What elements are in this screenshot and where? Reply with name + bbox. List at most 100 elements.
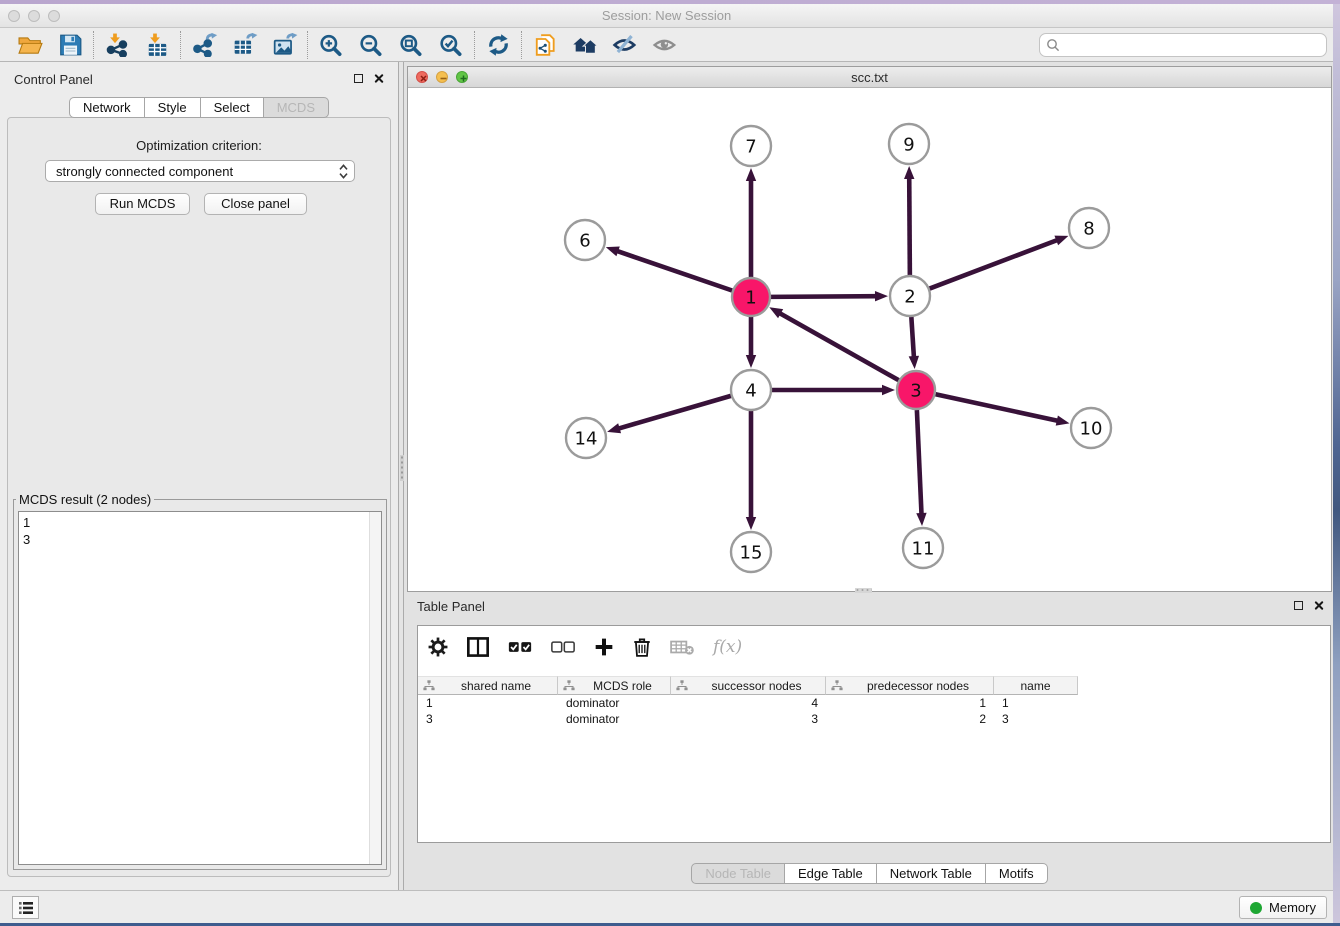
graph-node-7[interactable]: 7 [731, 126, 771, 166]
zoom-in-icon[interactable] [311, 30, 351, 60]
graph-node-label-3: 3 [910, 381, 921, 402]
network-file-icon[interactable] [525, 30, 565, 60]
graph-edge-1-2[interactable] [771, 296, 877, 297]
graph-edge-arrow-1-7 [746, 168, 756, 181]
graph-node-4[interactable]: 4 [731, 370, 771, 410]
horizontal-divider-grip[interactable] [855, 588, 872, 593]
float-panel-icon[interactable] [354, 74, 363, 83]
import-table-icon[interactable] [137, 30, 177, 60]
export-table-icon[interactable] [224, 30, 264, 60]
close-table-panel-icon[interactable] [1313, 600, 1324, 611]
table-row-2[interactable]: 3dominator323 [418, 711, 1329, 727]
graph-node-8[interactable]: 8 [1069, 208, 1109, 248]
graph-edge-3-1[interactable] [779, 313, 899, 380]
column-header-predecessor-nodes[interactable]: predecessor nodes [826, 676, 994, 695]
open-session-icon[interactable] [10, 30, 50, 60]
tab-mcds[interactable]: MCDS [264, 97, 329, 118]
graph-edge-1-6[interactable] [616, 251, 732, 291]
graph-node-1[interactable]: 1 [732, 278, 770, 316]
table-options-gear-icon[interactable] [428, 637, 448, 657]
table-panel-tabs: Node TableEdge TableNetwork TableMotifs [407, 863, 1332, 884]
table-panel: Table Panel [407, 596, 1332, 887]
select-all-icon[interactable] [508, 639, 532, 655]
graph-edge-3-11[interactable] [917, 410, 922, 515]
cell-shared-name: 3 [418, 711, 558, 727]
list-icon [17, 900, 35, 916]
graph-node-3[interactable]: 3 [897, 371, 935, 409]
search-icon [1046, 38, 1060, 52]
graph-node-6[interactable]: 6 [565, 220, 605, 260]
graph-edge-arrow-3-11 [916, 513, 926, 526]
tab-select[interactable]: Select [201, 97, 264, 118]
column-header-name[interactable]: name [994, 676, 1078, 695]
column-header-successor-nodes[interactable]: successor nodes [671, 676, 826, 695]
tab-style[interactable]: Style [145, 97, 201, 118]
criterion-dropdown[interactable]: strongly connected component [45, 160, 355, 182]
graph-edge-arrow-4-14 [607, 423, 621, 433]
table-tab-edge-table[interactable]: Edge Table [785, 863, 877, 884]
hide-selected-eye-icon[interactable] [605, 30, 645, 60]
table-tab-network-table[interactable]: Network Table [877, 863, 986, 884]
float-table-panel-icon[interactable] [1294, 601, 1303, 610]
close-panel-button[interactable]: Close panel [204, 193, 307, 215]
column-header-shared-name[interactable]: shared name [418, 676, 558, 695]
node-table: f(x) shared nameMCDS rolesuccessor nodes… [417, 625, 1331, 843]
graph-node-14[interactable]: 14 [566, 418, 606, 458]
refresh-icon[interactable] [478, 30, 518, 60]
show-columns-icon[interactable] [467, 637, 489, 657]
table-tab-motifs[interactable]: Motifs [986, 863, 1048, 884]
network-canvas[interactable]: 7 9 6 8 1 2 4 3 14 10 15 11 [408, 88, 1331, 591]
graph-edge-2-3[interactable] [911, 317, 914, 358]
search-input[interactable] [1064, 38, 1320, 53]
import-network-icon[interactable] [97, 30, 137, 60]
delete-row-trash-icon[interactable] [633, 637, 651, 657]
optimization-criterion-label: Optimization criterion: [8, 138, 390, 153]
close-panel-icon[interactable] [373, 73, 384, 84]
toolbar-separator [93, 31, 94, 59]
graph-node-15[interactable]: 15 [731, 532, 771, 572]
main-titlebar: Session: New Session [0, 4, 1333, 28]
toolbar-separator [521, 31, 522, 59]
search-box [1039, 33, 1327, 57]
save-session-icon[interactable] [50, 30, 90, 60]
deselect-all-icon[interactable] [551, 639, 575, 655]
run-mcds-button[interactable]: Run MCDS [95, 193, 190, 215]
tab-network[interactable]: Network [69, 97, 145, 118]
column-header-label: MCDS role [575, 679, 670, 693]
task-history-button[interactable] [12, 896, 39, 919]
graph-edge-2-9[interactable] [909, 177, 910, 275]
memory-button[interactable]: Memory [1239, 896, 1327, 919]
window-title: Session: New Session [0, 4, 1333, 28]
column-header-label: predecessor nodes [843, 679, 993, 693]
graph-node-2[interactable]: 2 [890, 276, 930, 316]
control-panel: Control Panel NetworkStyleSelectMCDS Opt… [0, 62, 398, 890]
add-row-icon[interactable] [594, 637, 614, 657]
zoom-fit-icon[interactable] [391, 30, 431, 60]
column-type-icon [563, 680, 575, 691]
zoom-out-icon[interactable] [351, 30, 391, 60]
mcds-result-area[interactable]: 1 3 [18, 511, 382, 865]
home-icon[interactable] [565, 30, 605, 60]
result-scrollbar[interactable] [369, 512, 381, 864]
export-network-icon[interactable] [184, 30, 224, 60]
mcds-result-text: 1 3 [23, 514, 365, 862]
zoom-selected-icon[interactable] [431, 30, 471, 60]
graph-edge-3-10[interactable] [936, 394, 1059, 421]
graph-node-10[interactable]: 10 [1071, 408, 1111, 448]
graph-edge-arrow-2-9 [904, 166, 914, 179]
graph-edge-4-14[interactable] [618, 396, 731, 429]
table-tab-node-table[interactable]: Node Table [691, 863, 785, 884]
network-window-titlebar[interactable]: scc.txt [408, 67, 1331, 88]
divider-grip[interactable] [400, 455, 404, 481]
cell-successor-nodes: 3 [671, 711, 826, 727]
graph-node-11[interactable]: 11 [903, 528, 943, 568]
export-image-icon[interactable] [264, 30, 304, 60]
cell-mcds-role: dominator [558, 711, 671, 727]
column-header-mcds-role[interactable]: MCDS role [558, 676, 671, 695]
column-header-label: name [994, 679, 1077, 693]
table-row-1[interactable]: 1dominator411 [418, 695, 1329, 711]
cell-predecessor-nodes: 2 [826, 711, 994, 727]
graph-edge-2-8[interactable] [930, 240, 1059, 289]
graph-node-9[interactable]: 9 [889, 124, 929, 164]
show-all-eye-icon[interactable] [645, 30, 685, 60]
